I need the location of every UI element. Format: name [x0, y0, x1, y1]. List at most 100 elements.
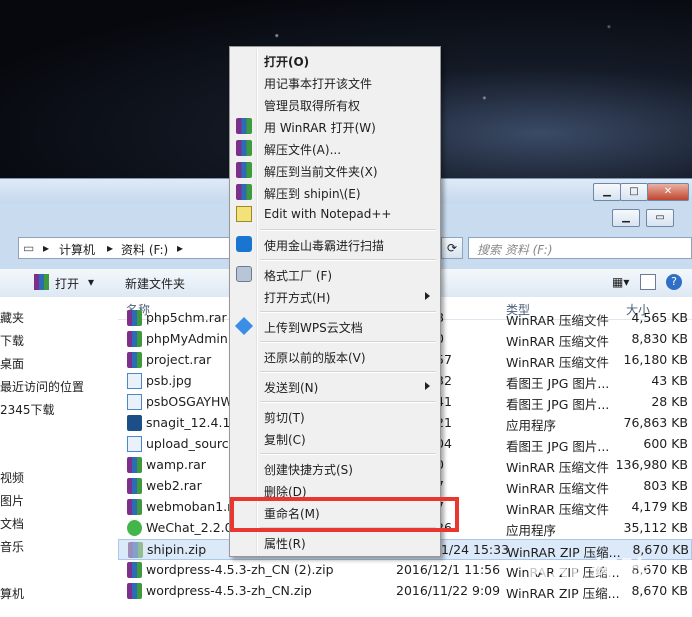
- view-options-icon[interactable]: ▦▾: [612, 275, 629, 289]
- breadcrumb-sep-icon[interactable]: ▸: [177, 241, 183, 255]
- menu-item-label: 解压到 shipin\(E): [264, 187, 361, 201]
- menu-item[interactable]: 还原以前的版本(V): [232, 346, 438, 368]
- file-name: php5chm.rar: [146, 310, 227, 325]
- menu-separator: [260, 371, 436, 373]
- menu-item[interactable]: 解压文件(A)...: [232, 138, 438, 160]
- file-icon: [127, 436, 142, 452]
- file-name: project.rar: [146, 352, 212, 367]
- menu-item[interactable]: 创建快捷方式(S): [232, 458, 438, 480]
- file-size: 35,112 KB: [623, 520, 688, 535]
- menu-item-label: 剪切(T): [264, 411, 305, 425]
- rar-icon: [236, 140, 252, 156]
- minimize-button[interactable]: ▁: [593, 183, 621, 201]
- preview-pane-icon[interactable]: [640, 274, 656, 290]
- menu-item[interactable]: 格式工厂 (F): [232, 264, 438, 286]
- menu-item-label: 发送到(N): [264, 381, 319, 395]
- file-icon: [127, 331, 142, 347]
- open-button[interactable]: 打开: [55, 275, 79, 292]
- nav-item-videos[interactable]: 视频: [0, 469, 24, 486]
- menu-item[interactable]: 用记事本打开该文件: [232, 72, 438, 94]
- file-name: WeChat_2.2.0.: [146, 520, 237, 535]
- menu-item[interactable]: 属性(R): [232, 532, 438, 554]
- help-icon[interactable]: ?: [666, 274, 682, 290]
- breadcrumb-sep-icon[interactable]: ▸: [43, 241, 49, 255]
- menu-item[interactable]: 管理员取得所有权: [232, 94, 438, 116]
- menu-item[interactable]: 发送到(N): [232, 376, 438, 398]
- breadcrumb-sep-icon[interactable]: ▸: [107, 241, 113, 255]
- menu-item-label: 用 WinRAR 打开(W): [264, 121, 376, 135]
- menu-item-label: 解压文件(A)...: [264, 143, 342, 157]
- file-icon: [127, 499, 142, 515]
- menu-item-label: 上传到WPS云文档: [264, 321, 363, 335]
- file-name: web2.rar: [146, 478, 202, 493]
- restore-down-button[interactable]: ▭: [646, 209, 674, 227]
- refresh-icon[interactable]: ⟳: [441, 237, 463, 259]
- navigation-pane: 藏夹 下载 桌面 最近访问的位置 2345下载 视频 图片 文档 音乐 算机: [0, 297, 119, 617]
- file-icon: [127, 394, 142, 410]
- menu-item-label: 解压到当前文件夹(X): [264, 165, 378, 179]
- context-menu: 打开(O) 用记事本打开该文件 管理员取得所有权用 WinRAR 打开(W) 解压文件…: [229, 46, 441, 557]
- file-icon: [127, 352, 142, 368]
- winrar-icon: [34, 274, 49, 290]
- nav-item-computer[interactable]: 算机: [0, 585, 24, 602]
- file-size: 16,180 KB: [623, 352, 688, 367]
- menu-item[interactable]: 剪切(T): [232, 406, 438, 428]
- file-icon: [127, 457, 142, 473]
- nav-item-2345[interactable]: 2345下载: [0, 401, 55, 418]
- menu-separator: [260, 229, 436, 231]
- nav-item-music[interactable]: 音乐: [0, 538, 24, 555]
- maximize-button[interactable]: □: [620, 183, 648, 201]
- rar-icon: [236, 162, 252, 178]
- inner-window-buttons: ▁ ▭: [612, 209, 692, 227]
- file-name: snagit_12.4.1.3: [146, 415, 243, 430]
- menu-item[interactable]: 上传到WPS云文档: [232, 316, 438, 338]
- file-name: wordpress-4.5.3-zh_CN.zip: [146, 583, 312, 598]
- nav-item-documents[interactable]: 文档: [0, 515, 24, 532]
- file-name: wordpress-4.5.3-zh_CN (2).zip: [146, 562, 334, 577]
- rar-icon: [236, 118, 252, 134]
- menu-item[interactable]: Edit with Notepad++: [232, 204, 438, 226]
- search-input[interactable]: 搜索 资料 (F:): [468, 237, 692, 259]
- breadcrumb-drive[interactable]: 资料 (F:): [121, 241, 168, 258]
- nav-item-desktop[interactable]: 桌面: [0, 355, 24, 372]
- menu-item-label: 属性(R): [264, 537, 306, 551]
- file-icon: [127, 310, 142, 326]
- menu-item[interactable]: 打开方式(H): [232, 286, 438, 308]
- nav-item-recent[interactable]: 最近访问的位置: [0, 378, 84, 395]
- file-name: webmoban1.ra: [146, 499, 240, 514]
- file-size: 136,980 KB: [615, 457, 688, 472]
- menu-item[interactable]: 解压到当前文件夹(X): [232, 160, 438, 182]
- menu-item[interactable]: 解压到 shipin\(E): [232, 182, 438, 204]
- menu-item-label: 打开方式(H): [264, 291, 331, 305]
- file-name: upload_source: [146, 436, 237, 451]
- file-icon: [127, 562, 142, 578]
- file-size: 600 KB: [643, 436, 688, 451]
- file-size: 4,179 KB: [631, 499, 688, 514]
- menu-item-label: 复制(C): [264, 433, 306, 447]
- chevron-down-icon[interactable]: ▾: [88, 275, 94, 289]
- menu-separator: [260, 401, 436, 403]
- close-button[interactable]: ✕: [647, 183, 689, 201]
- menu-item[interactable]: 打开(O): [232, 50, 438, 72]
- file-name: shipin.zip: [147, 542, 207, 557]
- submenu-arrow-icon: [425, 382, 430, 390]
- menu-item[interactable]: 用 WinRAR 打开(W): [232, 116, 438, 138]
- breadcrumb-computer[interactable]: 计算机: [59, 241, 95, 258]
- nav-item-downloads[interactable]: 下载: [0, 332, 24, 349]
- menu-item-label: 用记事本打开该文件: [264, 77, 373, 91]
- file-icon: [127, 520, 142, 536]
- restore-button[interactable]: ▁: [612, 209, 640, 227]
- new-folder-button[interactable]: 新建文件夹: [125, 275, 185, 292]
- file-icon: [127, 415, 142, 431]
- watermark: Bai 经验: [528, 555, 650, 588]
- menu-item-label: Edit with Notepad++: [264, 207, 392, 221]
- menu-item[interactable]: 复制(C): [232, 428, 438, 450]
- submenu-arrow-icon: [425, 292, 430, 300]
- menu-item[interactable]: 使用金山毒霸进行扫描: [232, 234, 438, 256]
- nav-item-favorites[interactable]: 藏夹: [0, 309, 24, 326]
- nav-item-pictures[interactable]: 图片: [0, 492, 24, 509]
- file-size: 803 KB: [643, 478, 688, 493]
- menu-item-label: 管理员取得所有权: [264, 99, 361, 113]
- file-type: 应用程序: [506, 418, 557, 433]
- file-icon: [127, 373, 142, 389]
